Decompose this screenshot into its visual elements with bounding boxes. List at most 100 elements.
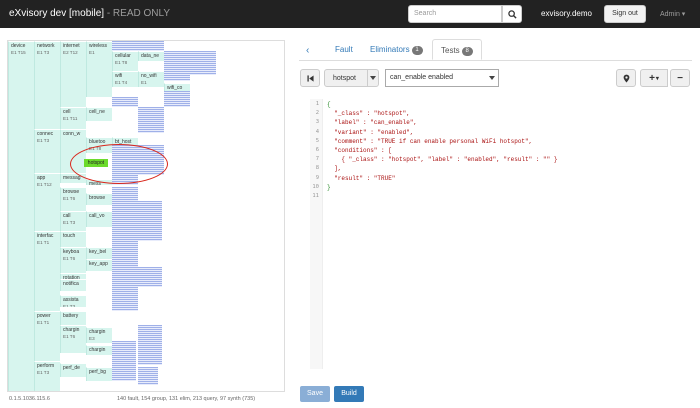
tree-node-key_bel[interactable]: key_bel	[86, 247, 112, 259]
line-number: 7	[315, 156, 319, 163]
tree-node-label: touch	[63, 233, 76, 239]
skip-back-icon	[306, 74, 314, 82]
add-button[interactable]: + ▾	[640, 69, 668, 87]
tree-node-wifi[interactable]: wifi E1 T4	[112, 71, 138, 87]
map-marker-icon	[623, 74, 629, 82]
tree-node-label: keyboa	[63, 249, 80, 255]
leaf-node-hatch[interactable]	[164, 51, 190, 81]
admin-menu[interactable]: Admin ▾	[660, 10, 685, 18]
code-line: "variant" : "enabled",	[327, 128, 414, 136]
fault-tree-map: device E1 T15 network E1 T3 internet E2 T12 wi…	[7, 40, 285, 392]
plus-icon: +	[649, 72, 655, 84]
leaf-node-hatch[interactable]	[112, 285, 138, 311]
sign-out-button[interactable]: Sign out	[604, 5, 646, 23]
leaf-node-hatch[interactable]	[138, 41, 164, 51]
leaf-node-hatch[interactable]	[112, 207, 138, 257]
tree-node-label: wireless	[89, 43, 108, 49]
first-button[interactable]	[300, 69, 320, 87]
tree-node-browse[interactable]: browse E1 T6	[60, 187, 86, 211]
leaf-node-hatch[interactable]	[138, 107, 164, 133]
leaf-node-hatch[interactable]	[112, 41, 138, 51]
leaf-node-hatch[interactable]	[112, 341, 136, 381]
tree-node-network[interactable]: network E1 T3	[34, 41, 60, 129]
tab-fault[interactable]: Fault	[327, 39, 361, 60]
tree-node-counts: E1 T8	[115, 60, 128, 65]
line-number: 10	[312, 183, 319, 190]
tree-node-cell_ne[interactable]: cell_ne	[86, 107, 112, 121]
tree-node-counts: E1 T6	[63, 334, 76, 339]
code-line: { "_class" : "hotspot", "label" : "enabl…	[327, 156, 558, 164]
tree-node-notifica[interactable]: notifica	[60, 279, 86, 291]
tree-node-wireless[interactable]: wireless E1	[86, 41, 112, 97]
leaf-node-hatch[interactable]	[138, 201, 162, 241]
tree-node-counts: E1 T1	[37, 320, 50, 325]
tree-node-label: internet	[63, 43, 80, 49]
leaf-node-hatch[interactable]	[138, 367, 158, 385]
test-select[interactable]: can_enable enabled	[385, 69, 499, 87]
leaf-node-hatch[interactable]	[190, 51, 216, 75]
leaf-node-hatch[interactable]	[112, 257, 138, 287]
back-chevron-icon[interactable]: ‹	[306, 45, 309, 56]
search-icon	[507, 9, 517, 19]
group-select[interactable]: hotspot	[324, 69, 368, 87]
group-select-caret[interactable]	[367, 69, 379, 87]
tree-node-cell[interactable]: cell E1 T11	[60, 107, 86, 129]
tree-node-no_wifi[interactable]: no_wifi E1	[138, 71, 164, 87]
tree-node-cellular[interactable]: cellular E1 T8	[112, 51, 138, 71]
tab-divider	[299, 60, 692, 61]
tree-node-label: no_wifi	[141, 73, 157, 79]
leaf-node-hatch[interactable]	[138, 267, 162, 287]
tree-node-label: chargin	[89, 347, 106, 353]
tree-node-perform[interactable]: perform E1 T3	[34, 361, 60, 391]
json-editor[interactable]: 1 2 3 4 5 6 7 8 9 10 11 { "_class" : "hotspot", "l…	[310, 99, 692, 369]
leaf-node-hatch[interactable]	[112, 187, 138, 207]
tree-node-label: network	[37, 43, 55, 49]
tree-node-browse2[interactable]: browse	[86, 193, 112, 205]
tree-node-battery[interactable]: battery	[60, 311, 86, 325]
tree-node-label: chargin	[63, 327, 80, 333]
build-button[interactable]: Build	[334, 386, 364, 402]
code-line: "result" : "TRUE"	[327, 174, 396, 182]
line-number: 11	[312, 193, 319, 199]
code-line: "comment" : "TRUE if can enable personal…	[327, 137, 533, 145]
version-label: 0.1.5.1036.115.6	[9, 396, 50, 402]
tab-tests[interactable]: Tests 8	[432, 39, 482, 60]
tree-node-counts: E1 T6	[63, 256, 76, 261]
tree-node-call_vo[interactable]: call_vo	[86, 211, 112, 227]
save-button[interactable]: Save	[300, 386, 330, 402]
tree-node-label: data_ne	[141, 53, 160, 59]
tree-node-call[interactable]: call E1 T3	[60, 211, 86, 231]
line-number: 9	[315, 174, 319, 181]
tab-eliminators[interactable]: Eliminators 1	[362, 39, 431, 60]
tree-node-label: browse	[89, 195, 106, 201]
tree-node-device[interactable]: device E1 T15	[8, 41, 34, 391]
remove-button[interactable]: −	[670, 69, 690, 87]
tree-node-counts: E1 T15	[11, 50, 26, 55]
tree-node-perf_de[interactable]: perf_de	[60, 363, 86, 377]
tree-node-assista[interactable]: assista E1 T3	[60, 295, 86, 307]
leaf-node-hatch[interactable]	[138, 325, 162, 365]
locate-button[interactable]	[616, 69, 636, 87]
search-input[interactable]: Search	[408, 5, 502, 23]
tree-node-perf_bg[interactable]: perf_bg	[86, 367, 112, 381]
app-title[interactable]: eXvisory dev [mobile] - READ ONLY	[9, 8, 170, 19]
tree-node-interfac[interactable]: interfac E1 T1	[34, 231, 60, 313]
tree-node-keyboa[interactable]: keyboa E1 T6	[60, 247, 86, 273]
tree-node-data[interactable]: data_ne	[138, 51, 164, 61]
leaf-node-hatch[interactable]	[112, 97, 138, 107]
search-button[interactable]	[502, 5, 522, 23]
tree-node-touch[interactable]: touch	[60, 231, 86, 247]
leaf-node-hatch[interactable]	[164, 91, 190, 107]
tree-node-counts: E1 T11	[63, 116, 78, 121]
tree-node-chargin2[interactable]: chargin E3	[86, 327, 112, 343]
tree-node-chargin3[interactable]: chargin	[86, 345, 112, 355]
tree-node-label: power	[37, 313, 51, 319]
tree-node-chargin[interactable]: chargin E1 T6	[60, 325, 86, 353]
tree-node-key_app[interactable]: key_app	[86, 259, 112, 271]
tree-node-label: conn_w	[63, 131, 81, 137]
tree-node-wifi_co[interactable]: wifi_co	[164, 83, 190, 91]
tree-node-label: call_vo	[89, 213, 105, 219]
tree-node-counts: E1 T3	[37, 50, 50, 55]
tree-node-connect[interactable]: connec E1 T3	[34, 129, 60, 173]
tree-node-power[interactable]: power E1 T1	[34, 311, 60, 363]
